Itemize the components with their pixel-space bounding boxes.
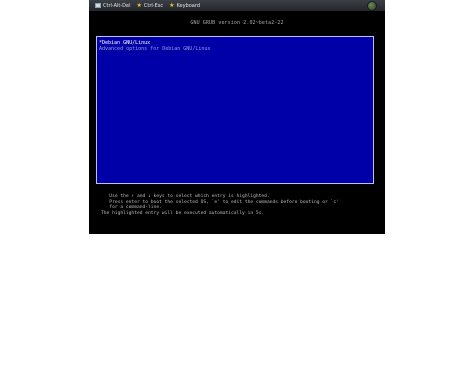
- countdown-line: The highlighted entry will be executed a…: [101, 210, 265, 216]
- keyboard-label: Keyboard: [176, 2, 200, 9]
- keyboard-icon: [95, 3, 101, 8]
- grub-title: GNU GRUB version 2.02~beta2-22: [190, 20, 284, 26]
- help-text: Use the ↑ and ↓ keys to select which ent…: [101, 194, 381, 216]
- keyboard-button[interactable]: ★ Keyboard: [169, 0, 200, 11]
- vm-console[interactable]: Ctrl-Alt-Del ★ Ctrl-Esc ★ Keyboard GNU G…: [89, 0, 385, 234]
- ctrl-alt-del-button[interactable]: Ctrl-Alt-Del: [95, 0, 130, 11]
- boot-menu: *Debian GNU/Linux Advanced options for D…: [96, 36, 374, 184]
- star-icon: ★: [136, 1, 142, 9]
- boot-entry-advanced[interactable]: Advanced options for Debian GNU/Linux: [99, 46, 210, 52]
- ctrl-alt-del-label: Ctrl-Alt-Del: [103, 2, 131, 9]
- power-icon[interactable]: [367, 1, 377, 11]
- ctrl-esc-label: Ctrl-Esc: [143, 2, 164, 9]
- star-icon: ★: [169, 1, 175, 9]
- vm-toolbar: Ctrl-Alt-Del ★ Ctrl-Esc ★ Keyboard: [89, 0, 385, 11]
- ctrl-esc-button[interactable]: ★ Ctrl-Esc: [136, 0, 163, 11]
